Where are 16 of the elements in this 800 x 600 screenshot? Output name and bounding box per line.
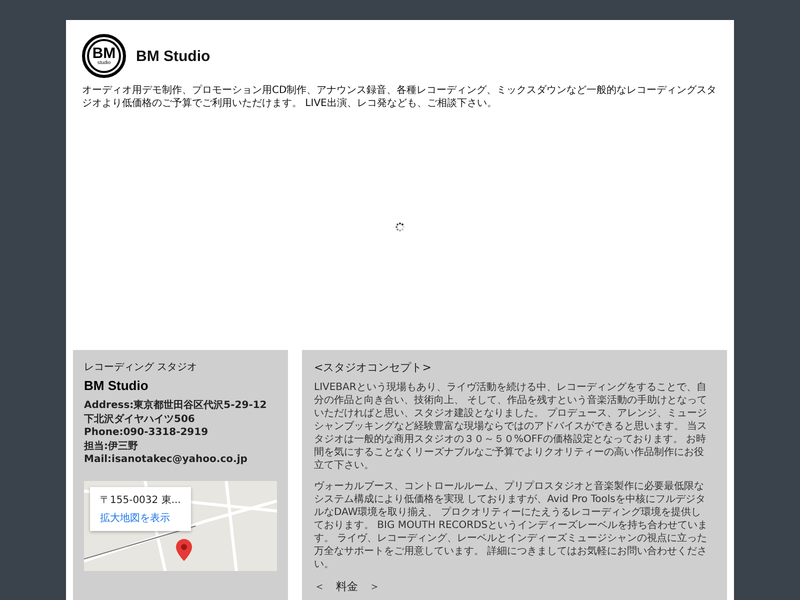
contact-line: Address:東京都世田谷区代沢5-29-12	[84, 399, 268, 412]
site-title: BM Studio	[136, 48, 210, 64]
map-pin-icon	[176, 538, 192, 560]
contact-line: Phone:090-3318-2919	[84, 426, 210, 440]
studio-type-label: レコーディング スタジオ	[84, 361, 198, 374]
studio-name: BM Studio	[84, 378, 150, 393]
section-heading: ＜ 料金 ＞	[314, 579, 381, 594]
map-address: 〒155-0032 東...	[100, 494, 181, 506]
contact-line: Mail:isanotakec@yahoo.co.jp	[84, 453, 248, 466]
concept-paragraph: LIVEBARという現場もあり、ライヴ活動を続ける中、レコーディングをすることで、自分の作品と向き合い、技術向上、 そして、作品を残すという音楽活動の手助けとなっていただければと思い、スタジオ建設となりました。 プロデュース、アレンジ、ミュージシャンブッキングなど経験豊富な現場ならではのアドバイスができると思います。 当スタジオは一般的な商用スタジオの３０～５０%OFFの価格設定となっております。 お時間を気にすることなくリーズナブルなご予算でよりクオリティーの高い作品制作にお役立て下さい。	[314, 381, 708, 472]
concept-paragraph: ヴォーカルブース、コントロールルーム、プリプロスタジオと音楽製作に必要最低限なシステム構成により低価格を実現 しておりますが、Avid Pro Toolsを中核にフルデジタルなDAW環境を取り揃え、 プロクオリティーにたえうるレコーディング環境を提供しております。 BIG MOUTH RECORDSというインディーズレーベルを持ち合わせています。 ライヴ、レコーディング、レーベルとインディーズミュージシャンの視点に立った万全なサポートをご用意しています。 詳細につきましてはお気軽にお問い合わせください。	[314, 480, 709, 571]
site-description: オーディオ用デモ制作、プロモーション用CD制作、アナウンス録音、各種レコーディング、ミックスダウンなど一般的なレコーディングスタジオより低価格のご予算でご利用いただけます。 LIVE出演、レコ発なども、ご相談下さい。	[82, 84, 718, 110]
contact-line: 担当:伊三野	[84, 440, 139, 453]
enlarge-map-link[interactable]: 拡大地図を表示	[100, 510, 181, 524]
section-heading: <スタジオコンセプト>	[314, 360, 432, 375]
contact-line: 下北沢ダイヤハイツ506	[84, 412, 196, 426]
